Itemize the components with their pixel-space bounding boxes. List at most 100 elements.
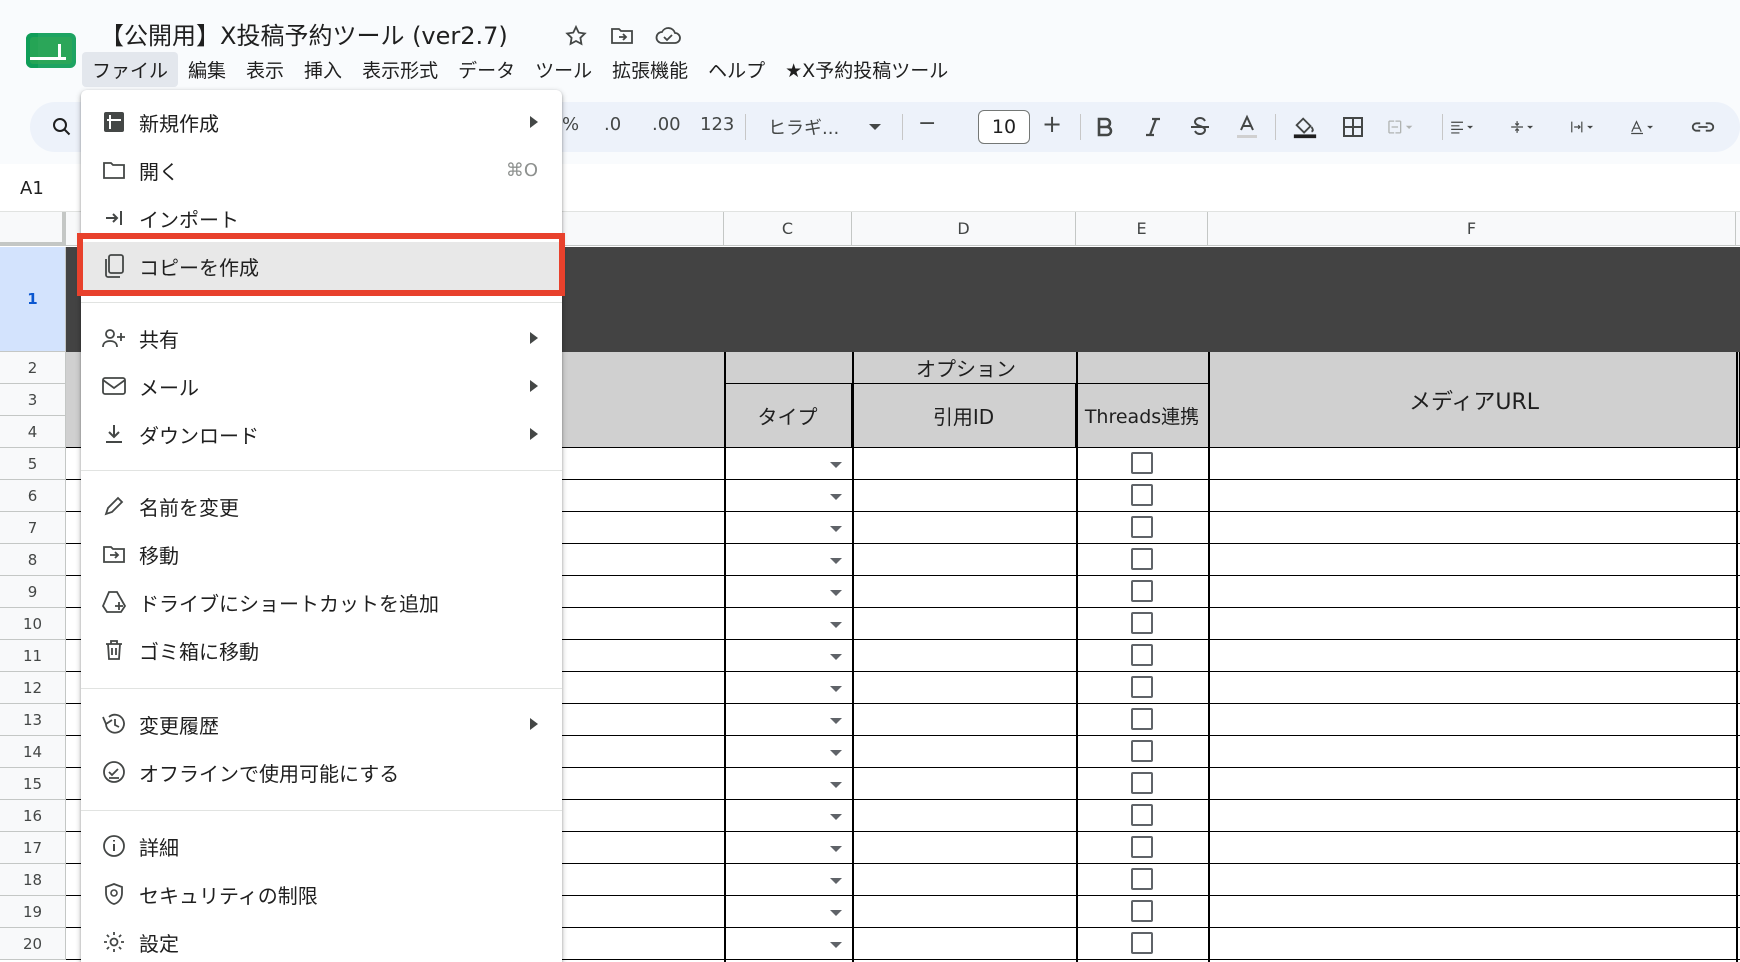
menu-edit[interactable]: 編集: [178, 52, 236, 87]
threads-checkbox[interactable]: [1131, 452, 1153, 474]
cell-dropdown-arrow-icon[interactable]: [830, 782, 842, 788]
row-header-8[interactable]: 8: [0, 544, 66, 576]
menu-item-new[interactable]: 新規作成: [81, 98, 562, 146]
menu-item-details[interactable]: 詳細: [81, 822, 562, 870]
cloud-saved-icon[interactable]: [652, 20, 684, 52]
row-header-18[interactable]: 18: [0, 864, 66, 896]
menu-item-rename[interactable]: 名前を変更: [81, 482, 562, 530]
threads-checkbox[interactable]: [1131, 804, 1153, 826]
font-family-select[interactable]: ヒラギ...: [768, 114, 839, 140]
cell-dropdown-arrow-icon[interactable]: [830, 750, 842, 756]
menu-item-share[interactable]: 共有: [81, 314, 562, 362]
threads-checkbox[interactable]: [1131, 580, 1153, 602]
threads-checkbox[interactable]: [1131, 612, 1153, 634]
threads-checkbox[interactable]: [1131, 740, 1153, 762]
cell-dropdown-arrow-icon[interactable]: [830, 590, 842, 596]
merge-cells-icon[interactable]: [1387, 114, 1413, 140]
row-header-7[interactable]: 7: [0, 512, 66, 544]
row-header-4[interactable]: 4: [0, 416, 66, 448]
threads-checkbox[interactable]: [1131, 548, 1153, 570]
horizontal-align-icon[interactable]: [1450, 114, 1476, 140]
menu-item-email[interactable]: メール: [81, 362, 562, 410]
options-header[interactable]: オプション: [724, 352, 1209, 384]
menu-item-move[interactable]: 移動: [81, 530, 562, 578]
threads-checkbox[interactable]: [1131, 900, 1153, 922]
name-box[interactable]: A1: [20, 178, 44, 199]
threads-checkbox[interactable]: [1131, 868, 1153, 890]
menu-item-security[interactable]: セキュリティの制限: [81, 870, 562, 918]
menu-view[interactable]: 表示: [236, 52, 294, 87]
cell-dropdown-arrow-icon[interactable]: [830, 494, 842, 500]
threads-header[interactable]: Threads連携: [1076, 384, 1209, 448]
threads-checkbox[interactable]: [1131, 932, 1153, 954]
column-header-e[interactable]: E: [1076, 212, 1208, 246]
row-header-17[interactable]: 17: [0, 832, 66, 864]
row-header-2[interactable]: 2: [0, 352, 66, 384]
menu-insert[interactable]: 挿入: [294, 52, 352, 87]
cell-dropdown-arrow-icon[interactable]: [830, 814, 842, 820]
column-header-c[interactable]: C: [724, 212, 852, 246]
column-header-f[interactable]: F: [1208, 212, 1736, 246]
menu-item-offline[interactable]: オフラインで使用可能にする: [81, 748, 562, 796]
chevron-down-icon[interactable]: [862, 114, 888, 140]
menu-item-open[interactable]: 開く ⌘O: [81, 146, 562, 194]
move-folder-icon[interactable]: [606, 20, 638, 52]
insert-link-icon[interactable]: [1690, 114, 1716, 140]
menu-item-download[interactable]: ダウンロード: [81, 410, 562, 458]
row-header-1[interactable]: 1: [0, 247, 66, 352]
font-size-input[interactable]: 10: [978, 110, 1030, 144]
format-percent-button[interactable]: %: [562, 114, 579, 135]
cell-dropdown-arrow-icon[interactable]: [830, 654, 842, 660]
row-header-3[interactable]: 3: [0, 384, 66, 416]
threads-checkbox[interactable]: [1131, 836, 1153, 858]
menu-x-scheduler[interactable]: ★X予約投稿ツール: [775, 52, 958, 87]
threads-checkbox[interactable]: [1131, 484, 1153, 506]
decrease-font-size-button[interactable]: −: [918, 111, 936, 136]
search-menus-icon[interactable]: [50, 115, 74, 139]
cell-dropdown-arrow-icon[interactable]: [830, 558, 842, 564]
cell-dropdown-arrow-icon[interactable]: [830, 462, 842, 468]
text-wrapping-icon[interactable]: [1570, 114, 1596, 140]
row-header-16[interactable]: 16: [0, 800, 66, 832]
row-header-11[interactable]: 11: [0, 640, 66, 672]
menu-data[interactable]: データ: [448, 52, 525, 87]
row-header-15[interactable]: 15: [0, 768, 66, 800]
cell-dropdown-arrow-icon[interactable]: [830, 878, 842, 884]
decrease-decimal-button[interactable]: .0: [604, 114, 621, 135]
column-header-d[interactable]: D: [852, 212, 1076, 246]
strikethrough-icon[interactable]: [1187, 114, 1213, 140]
cell-dropdown-arrow-icon[interactable]: [830, 686, 842, 692]
threads-checkbox[interactable]: [1131, 772, 1153, 794]
vertical-align-icon[interactable]: [1510, 114, 1536, 140]
select-all-corner[interactable]: [0, 212, 66, 246]
menu-format[interactable]: 表示形式: [352, 52, 448, 87]
threads-checkbox[interactable]: [1131, 516, 1153, 538]
row-header-20[interactable]: 20: [0, 928, 66, 960]
menu-item-trash[interactable]: ゴミ箱に移動: [81, 626, 562, 674]
threads-checkbox[interactable]: [1131, 644, 1153, 666]
row-header-9[interactable]: 9: [0, 576, 66, 608]
sheets-logo-icon[interactable]: [26, 33, 76, 68]
document-title[interactable]: 【公開用】X投稿予約ツール (ver2.7): [100, 16, 508, 51]
number-format-button[interactable]: 123: [700, 114, 734, 135]
row-header-5[interactable]: 5: [0, 448, 66, 480]
increase-decimal-button[interactable]: .00: [652, 114, 681, 135]
increase-font-size-button[interactable]: +: [1042, 110, 1062, 138]
media-url-header[interactable]: メディアURL: [1209, 352, 1740, 448]
text-color-icon[interactable]: [1234, 114, 1260, 140]
text-rotation-icon[interactable]: [1630, 114, 1656, 140]
type-header[interactable]: タイプ: [724, 384, 852, 448]
row-header-14[interactable]: 14: [0, 736, 66, 768]
quote-id-header[interactable]: 引用ID: [852, 384, 1076, 448]
menu-file[interactable]: ファイル: [82, 51, 179, 87]
menu-item-version-history[interactable]: 変更履歴: [81, 700, 562, 748]
cell-dropdown-arrow-icon[interactable]: [830, 910, 842, 916]
cell-dropdown-arrow-icon[interactable]: [830, 526, 842, 532]
menu-item-add-shortcut[interactable]: ドライブにショートカットを追加: [81, 578, 562, 626]
cell-dropdown-arrow-icon[interactable]: [830, 622, 842, 628]
menu-help[interactable]: ヘルプ: [698, 52, 775, 87]
row-header-12[interactable]: 12: [0, 672, 66, 704]
italic-icon[interactable]: [1140, 114, 1166, 140]
row-header-13[interactable]: 13: [0, 704, 66, 736]
borders-icon[interactable]: [1340, 114, 1366, 140]
